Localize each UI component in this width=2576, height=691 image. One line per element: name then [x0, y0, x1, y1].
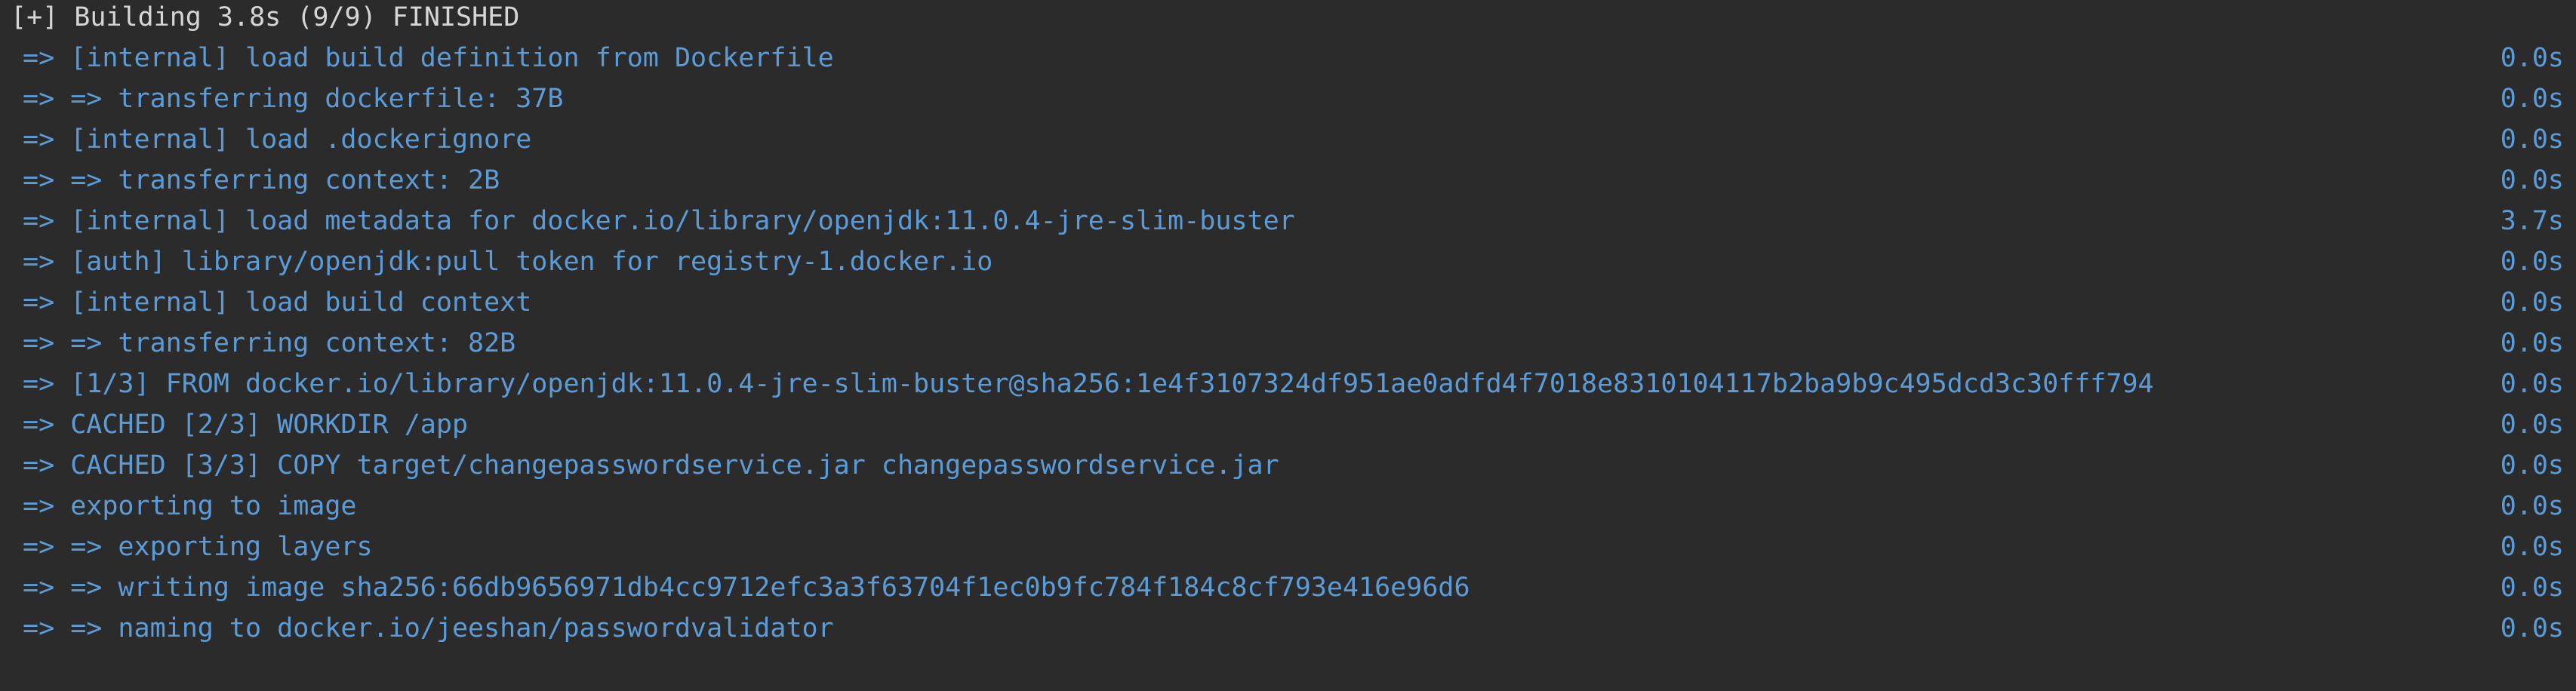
log-line: => [internal] load build context 0.0s: [0, 282, 2576, 323]
log-line-duration: 0.0s: [2500, 613, 2564, 643]
log-line-duration: 0.0s: [2500, 247, 2564, 277]
log-line: => [internal] load build definition from…: [0, 38, 2576, 78]
log-line-duration: 0.0s: [2500, 573, 2564, 603]
log-line-text: => => transferring dockerfile: 37B: [23, 84, 564, 114]
log-line-text: => [auth] library/openjdk:pull token for…: [23, 247, 993, 277]
log-line: => [1/3] FROM docker.io/library/openjdk:…: [0, 364, 2576, 404]
log-line: => => transferring context: 82B 0.0s: [0, 323, 2576, 364]
log-line: => [internal] load metadata for docker.i…: [0, 201, 2576, 241]
log-line-duration: 0.0s: [2500, 410, 2564, 440]
log-line-text: => [1/3] FROM docker.io/library/openjdk:…: [23, 369, 2154, 399]
log-line: => => naming to docker.io/jeeshan/passwo…: [0, 608, 2576, 649]
log-line-text: => CACHED [2/3] WORKDIR /app: [23, 410, 469, 440]
log-line-duration: 0.0s: [2500, 84, 2564, 114]
terminal-output[interactable]: [+] Building 3.8s (9/9) FINISHED => [int…: [0, 0, 2576, 691]
log-line: => => writing image sha256:66db9656971db…: [0, 567, 2576, 608]
build-status-header: [+] Building 3.8s (9/9) FINISHED: [11, 2, 520, 32]
log-line-text: => => writing image sha256:66db9656971db…: [23, 573, 1470, 603]
log-line-text: => => transferring context: 2B: [23, 165, 500, 195]
log-line-text: => => exporting layers: [23, 532, 373, 562]
log-line-duration: 0.0s: [2500, 287, 2564, 318]
log-line: => [internal] load .dockerignore 0.0s: [0, 119, 2576, 160]
log-line: => exporting to image 0.0s: [0, 486, 2576, 527]
log-line-text: => => naming to docker.io/jeeshan/passwo…: [23, 613, 834, 643]
log-line: => => exporting layers 0.0s: [0, 527, 2576, 567]
log-line-text: => [internal] load metadata for docker.i…: [23, 206, 1295, 236]
log-line-duration: 0.0s: [2500, 43, 2564, 73]
log-line-text: => [internal] load build definition from…: [23, 43, 834, 73]
log-line-duration: 0.0s: [2500, 491, 2564, 521]
log-line-text: => => transferring context: 82B: [23, 328, 516, 358]
log-line-duration: 3.7s: [2500, 206, 2564, 236]
log-line-duration: 0.0s: [2500, 450, 2564, 481]
build-log-list: => [internal] load build definition from…: [0, 38, 2576, 649]
log-line-duration: 0.0s: [2500, 124, 2564, 155]
log-line-text: => [internal] load .dockerignore: [23, 124, 532, 155]
log-line-text: => exporting to image: [23, 491, 357, 521]
log-line: => [auth] library/openjdk:pull token for…: [0, 241, 2576, 282]
log-line-duration: 0.0s: [2500, 532, 2564, 562]
log-line-text: => [internal] load build context: [23, 287, 532, 318]
log-line: => => transferring context: 2B 0.0s: [0, 160, 2576, 201]
log-line-duration: 0.0s: [2500, 328, 2564, 358]
log-line: => CACHED [3/3] COPY target/changepasswo…: [0, 445, 2576, 486]
log-line-duration: 0.0s: [2500, 369, 2564, 399]
log-line-duration: 0.0s: [2500, 165, 2564, 195]
log-line: => CACHED [2/3] WORKDIR /app 0.0s: [0, 404, 2576, 445]
log-line: => => transferring dockerfile: 37B 0.0s: [0, 78, 2576, 119]
log-line-text: => CACHED [3/3] COPY target/changepasswo…: [23, 450, 1279, 481]
